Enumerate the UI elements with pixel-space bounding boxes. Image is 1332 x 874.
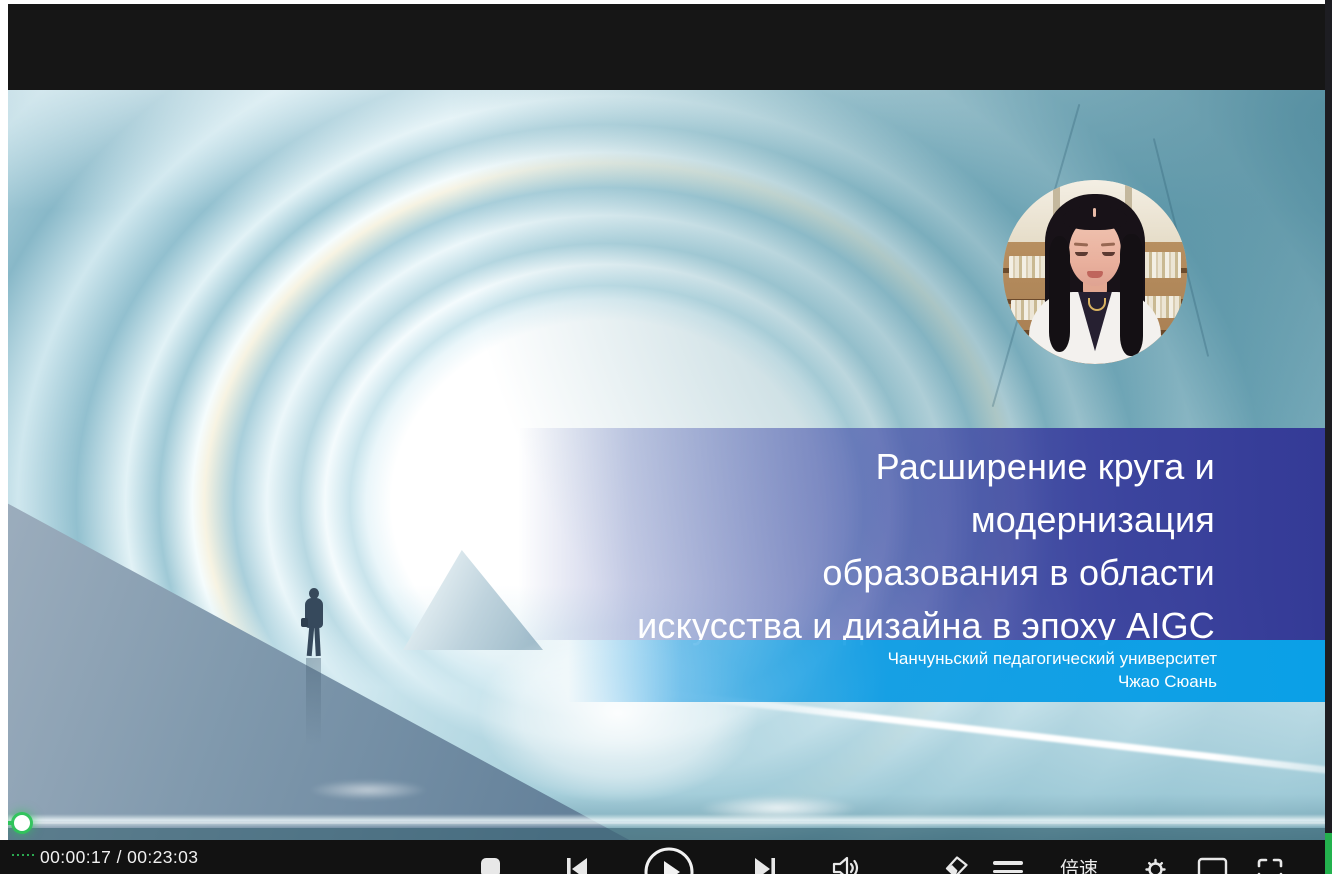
- playlist-button[interactable]: [993, 861, 1023, 874]
- settings-button[interactable]: [1142, 855, 1169, 874]
- figure-leg: [307, 626, 315, 656]
- pen-icon: [944, 855, 969, 874]
- presenter-webcam: [1003, 180, 1187, 364]
- stop-icon: [481, 858, 500, 874]
- scrollbar-thumb[interactable]: [1325, 833, 1332, 874]
- webcam-books: [1139, 252, 1181, 278]
- slide-title-band: Расширение круга и модернизация образова…: [518, 428, 1325, 640]
- slide-subtitle-band: Чанчуньский педагогический университет Ч…: [568, 640, 1325, 702]
- annotate-pen-button[interactable]: [944, 855, 969, 874]
- presenter-hair-strand: [1120, 234, 1143, 356]
- webcam-books: [1009, 256, 1049, 278]
- progress-handle[interactable]: [14, 815, 30, 831]
- next-track-icon: [752, 856, 778, 874]
- slide-affiliation: Чанчуньский педагогический университет: [568, 647, 1217, 670]
- speed-button[interactable]: 倍速: [1060, 854, 1098, 874]
- previous-button[interactable]: [564, 856, 590, 874]
- figure-leg: [314, 626, 321, 656]
- playlist-icon: [993, 861, 1023, 874]
- presenter-eye: [1075, 252, 1088, 256]
- slide-title-line: образования в области: [518, 546, 1215, 599]
- picture-in-picture-icon: [1197, 857, 1228, 874]
- floor-dark-edge: [8, 828, 1325, 840]
- fullscreen-button[interactable]: [1256, 857, 1284, 874]
- presenter-eye: [1102, 252, 1115, 256]
- time-display: 00:00:17 / 00:23:03: [40, 847, 198, 868]
- page-scrollbar[interactable]: [1325, 0, 1332, 874]
- slide-presenter: Чжао Сюань: [568, 670, 1217, 693]
- presenter-mouth: [1087, 271, 1103, 278]
- player-control-bar: 00:00:17 / 00:23:03: [0, 840, 1325, 874]
- previous-track-icon: [564, 856, 590, 874]
- volume-icon: [831, 855, 861, 874]
- play-icon: [643, 846, 695, 874]
- slide-title-line: Расширение круга и: [518, 440, 1215, 493]
- play-button[interactable]: [643, 846, 695, 874]
- walking-figure-silhouette: [300, 588, 328, 748]
- figure-briefcase: [301, 618, 308, 627]
- floor-reflection: [308, 780, 428, 800]
- figure-reflection: [306, 658, 321, 746]
- next-button[interactable]: [752, 856, 778, 874]
- gear-icon: [1142, 855, 1169, 874]
- fullscreen-icon: [1256, 857, 1284, 874]
- video-stage[interactable]: Расширение круга и модернизация образова…: [8, 90, 1325, 840]
- buffer-indicator: [12, 854, 34, 856]
- presenter-hair-strand: [1049, 236, 1070, 352]
- slide-title-line: модернизация: [518, 493, 1215, 546]
- stop-button[interactable]: [481, 858, 500, 874]
- volume-button[interactable]: [831, 855, 861, 874]
- presenter-hair-part: [1093, 208, 1096, 217]
- horizon-light-band: [8, 814, 1325, 828]
- progress-bar-track[interactable]: [8, 822, 1325, 824]
- picture-in-picture-button[interactable]: [1197, 857, 1228, 874]
- player-header-bar: [8, 4, 1325, 90]
- floor-reflection: [698, 795, 858, 821]
